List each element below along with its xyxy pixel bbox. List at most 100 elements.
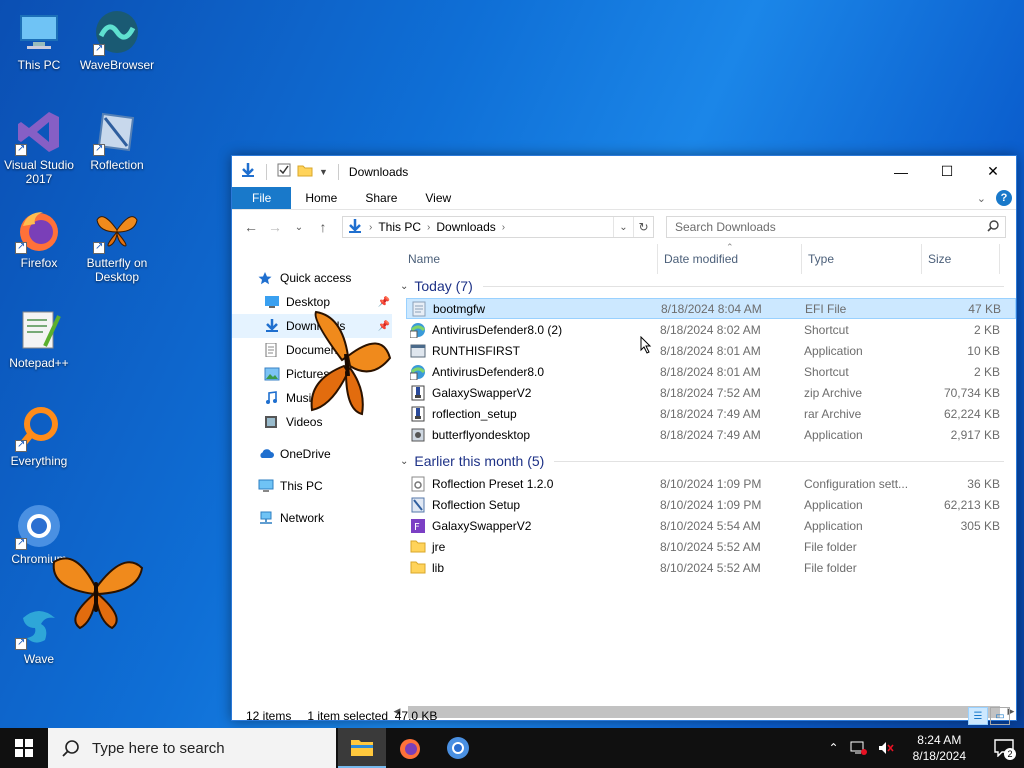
address-dropdown-icon[interactable]: ⌄ (613, 217, 633, 237)
nav-label: OneDrive (280, 447, 331, 461)
file-name-cell[interactable]: jre (406, 539, 660, 555)
file-explorer-window[interactable]: ▼ Downloads — ☐ ✕ File Home Share View ⌄… (231, 155, 1017, 725)
new-folder-icon[interactable] (297, 163, 313, 180)
file-name-cell[interactable]: lib (406, 560, 660, 576)
volume-muted-icon[interactable] (877, 740, 895, 756)
windows-logo-icon (15, 739, 33, 757)
file-row[interactable]: GalaxySwapperV2 8/18/2024 7:52 AM zip Arch… (406, 382, 1016, 403)
nav-item-network[interactable]: Network (232, 506, 392, 530)
file-row[interactable]: roflection_setup 8/18/2024 7:49 AM rar Arc… (406, 403, 1016, 424)
nav-label: This PC (280, 479, 323, 493)
file-row[interactable]: RUNTHISFIRST 8/18/2024 8:01 AM Application… (406, 340, 1016, 361)
details-view-icon[interactable]: ☰ (968, 707, 988, 725)
file-row[interactable]: butterflyondesktop 8/18/2024 7:49 AM Appli… (406, 424, 1016, 445)
file-name-cell[interactable]: AntivirusDefender8.0 (406, 364, 660, 380)
shortcut-arrow-icon (93, 42, 105, 56)
properties-check-icon[interactable] (277, 163, 291, 180)
breadcrumb-chevron-icon[interactable]: › (427, 222, 430, 233)
file-row[interactable]: jre 8/10/2024 5:52 AM File folder (406, 536, 1016, 557)
taskbar-firefox[interactable] (386, 728, 434, 768)
back-arrow-icon[interactable]: ← (240, 219, 262, 235)
desktop-icon-notepadpp[interactable]: Notepad++ (0, 306, 78, 370)
file-size: 70,734 KB (943, 385, 1000, 400)
file-row[interactable]: Roflection Preset 1.2.0 8/10/2024 1:09 PM… (406, 473, 1016, 494)
file-name-cell[interactable]: RUNTHISFIRST (406, 343, 660, 359)
breadcrumb-this-pc[interactable]: This PC (378, 220, 421, 234)
file-row[interactable]: bootmgfw 8/18/2024 8:04 AM EFI File 47 KB (406, 298, 1016, 319)
desktop-icon-firefox[interactable]: Firefox (0, 206, 78, 270)
show-hidden-icons-chevron-icon[interactable]: ⌃ (829, 741, 839, 755)
maximize-button[interactable]: ☐ (924, 156, 970, 187)
monitor-icon (15, 8, 63, 56)
file-name-cell[interactable]: Roflection Preset 1.2.0 (406, 476, 660, 492)
tab-file[interactable]: File (232, 187, 292, 209)
taskbar-file-explorer[interactable] (338, 728, 386, 768)
recent-locations-chevron-icon[interactable]: ⌄ (288, 222, 310, 233)
taskbar-chromium[interactable] (434, 728, 482, 768)
breadcrumb-chevron-icon[interactable]: › (369, 222, 372, 233)
file-name: jre (432, 539, 446, 554)
clock-time: 8:24 AM (917, 733, 962, 747)
nav-item-quick-access[interactable]: Quick access (232, 266, 392, 290)
column-header-name[interactable]: Name (392, 244, 658, 274)
close-button[interactable]: ✕ (970, 156, 1016, 187)
refresh-icon[interactable]: ↻ (633, 217, 653, 237)
group-label: Today (7) (414, 278, 473, 294)
file-name-cell[interactable]: bootmgfw (407, 301, 661, 317)
file-name-cell[interactable]: roflection_setup (406, 406, 660, 422)
group-header-earlier-this-month[interactable]: ⌄ Earlier this month (5) (392, 449, 1016, 473)
tab-share[interactable]: Share (351, 187, 411, 209)
collapse-chevron-icon[interactable]: ⌄ (400, 456, 408, 467)
large-icons-view-icon[interactable]: ▭ (990, 707, 1010, 725)
shortcut-icon (409, 322, 426, 338)
expand-ribbon-chevron-icon[interactable]: ⌄ (977, 192, 986, 205)
shortcut-arrow-icon (15, 438, 27, 452)
collapse-chevron-icon[interactable]: ⌄ (400, 281, 408, 292)
nav-label: Network (280, 511, 325, 525)
minimize-button[interactable]: — (878, 156, 924, 187)
address-bar[interactable]: › This PC › Downloads › ⌄ ↻ (342, 216, 654, 238)
file-name: lib (432, 560, 445, 575)
start-button[interactable] (0, 728, 48, 768)
desktop-icon-visual-studio[interactable]: Visual Studio 2017 (0, 108, 78, 186)
breadcrumb-downloads[interactable]: Downloads (436, 220, 495, 234)
quick-access-dropdown-icon[interactable]: ▼ (319, 167, 328, 177)
network-icon (258, 511, 274, 525)
up-arrow-icon[interactable]: ↑ (312, 219, 334, 235)
help-icon[interactable]: ? (996, 190, 1012, 206)
desktop-icon-roflection[interactable]: Roflection (78, 108, 156, 172)
network-status-icon[interactable] (849, 740, 867, 756)
file-name-cell[interactable]: AntivirusDefender8.0 (2) (406, 322, 660, 338)
title-bar[interactable]: ▼ Downloads — ☐ ✕ (232, 156, 1016, 187)
breadcrumb-chevron-icon[interactable]: › (502, 222, 505, 233)
nav-item-this-pc[interactable]: This PC (232, 474, 392, 498)
nav-label: Desktop (286, 295, 331, 309)
pin-icon[interactable]: 📌 (378, 297, 390, 308)
action-center-button[interactable]: 2 (984, 728, 1024, 768)
file-row[interactable]: Roflection Setup 8/10/2024 1:09 PM Applica… (406, 494, 1016, 515)
desktop-icon-this-pc[interactable]: This PC (0, 8, 78, 72)
forward-arrow-icon[interactable]: → (264, 219, 286, 235)
file-name-cell[interactable]: butterflyondesktop (406, 427, 660, 443)
file-row[interactable]: F GalaxySwapperV2 8/10/2024 5:54 AM Applica… (406, 515, 1016, 536)
search-box[interactable]: Search Downloads (666, 216, 1006, 238)
column-header-size[interactable]: Size (922, 244, 1000, 274)
desktop-icon-butterfly[interactable]: Butterfly on Desktop (78, 206, 156, 284)
group-header-today[interactable]: ⌄ Today (7) (392, 274, 1016, 298)
clock[interactable]: 8:24 AM 8/18/2024 (905, 732, 974, 764)
file-row[interactable]: AntivirusDefender8.0 8/18/2024 8:01 AM Sho… (406, 361, 1016, 382)
desktop-icon-wavebrowser[interactable]: WaveBrowser (78, 8, 156, 72)
file-row[interactable]: lib 8/10/2024 5:52 AM File folder (406, 557, 1016, 578)
nav-item-onedrive[interactable]: OneDrive (232, 442, 392, 466)
file-row[interactable]: AntivirusDefender8.0 (2) 8/18/2024 8:02 A… (406, 319, 1016, 340)
file-name-cell[interactable]: F GalaxySwapperV2 (406, 518, 660, 534)
application-icon (410, 343, 426, 359)
everything-search-icon (15, 404, 63, 452)
file-name-cell[interactable]: GalaxySwapperV2 (406, 385, 660, 401)
desktop-icon-everything[interactable]: Everything (0, 404, 78, 468)
file-name-cell[interactable]: Roflection Setup (406, 497, 660, 513)
column-header-type[interactable]: Type (802, 244, 922, 274)
tab-view[interactable]: View (411, 187, 465, 209)
taskbar-search-box[interactable]: Type here to search (48, 728, 336, 768)
tab-home[interactable]: Home (291, 187, 351, 209)
